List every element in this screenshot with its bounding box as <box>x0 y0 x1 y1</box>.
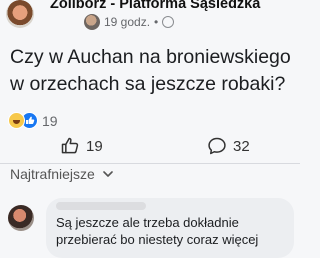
post-header: Żoliborz - Platforma Sąsiedzka 19 godz. … <box>0 0 300 34</box>
meta-separator: • <box>154 15 159 29</box>
post-meta: 19 godz. • <box>84 13 175 31</box>
comment-sort-dropdown[interactable]: Najtrafniejsze <box>10 166 113 182</box>
comment-bubble-icon <box>207 136 227 156</box>
comment-button[interactable]: 32 <box>207 136 250 156</box>
divider <box>0 163 300 164</box>
commenter-avatar[interactable] <box>8 205 34 231</box>
globe-icon <box>162 16 175 28</box>
sort-label: Najtrafniejsze <box>10 166 95 182</box>
post-actions-bar: 19 32 <box>0 134 300 170</box>
comment-text: Są jeszcze ale trzeba dokładnie przebier… <box>56 215 259 247</box>
chevron-down-icon <box>103 170 113 178</box>
comment-count: 32 <box>233 137 250 155</box>
like-button[interactable]: 19 <box>60 136 103 156</box>
like-count: 19 <box>86 137 103 155</box>
post-body-text: Czy w Auchan na broniewskiego w orzechac… <box>10 46 291 95</box>
group-avatar[interactable] <box>6 0 34 28</box>
reaction-count[interactable]: 19 <box>42 113 58 129</box>
comment-bubble: Są jeszcze ale trzeba dokładnie przebier… <box>46 198 294 258</box>
thumbs-up-icon <box>60 136 80 156</box>
post-timestamp[interactable]: 19 godz. <box>104 15 150 29</box>
reactions-summary[interactable]: 19 <box>8 112 58 129</box>
comment-author-redacted <box>56 202 146 210</box>
author-avatar[interactable] <box>84 14 100 30</box>
haha-reaction-icon <box>8 112 25 129</box>
group-name-link[interactable]: Żoliborz - Platforma Sąsiedzka <box>50 0 260 12</box>
